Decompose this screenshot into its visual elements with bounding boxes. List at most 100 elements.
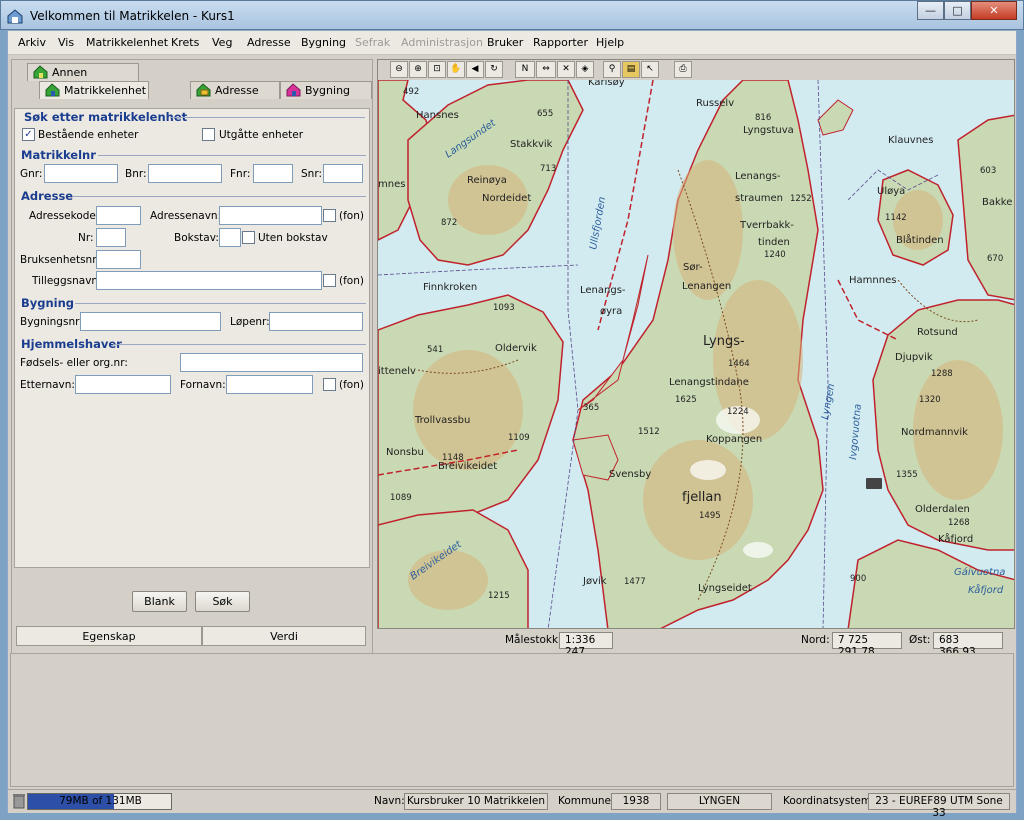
svg-text:1464: 1464 [728, 359, 750, 369]
refresh-icon[interactable]: ↻ [485, 61, 503, 78]
zoom-out-icon[interactable]: ⊖ [390, 61, 408, 78]
adressekode-input[interactable] [96, 206, 141, 225]
adressenavn-fon-label: (fon) [339, 210, 364, 222]
svg-text:Kåfjord: Kåfjord [968, 583, 1004, 596]
svg-text:670: 670 [987, 254, 1003, 264]
nr-input[interactable] [96, 228, 126, 247]
pan-hand-icon[interactable]: ✋ [447, 61, 465, 78]
bygningsnr-label: Bygningsnr: [20, 316, 83, 328]
verdi-header[interactable]: Verdi [202, 626, 366, 646]
building-icon [286, 83, 301, 97]
svg-text:1477: 1477 [624, 577, 646, 587]
maximize-button[interactable]: □ [944, 1, 971, 20]
blank-button[interactable]: Blank [132, 591, 187, 612]
svg-text:1142: 1142 [885, 213, 907, 223]
ruler-icon[interactable]: ▤ [622, 61, 640, 78]
utgatte-checkbox[interactable] [202, 128, 215, 141]
print-icon[interactable]: ⎙ [674, 61, 692, 78]
uten-bokstav-checkbox[interactable] [242, 231, 255, 244]
svg-text:straumen: straumen [735, 193, 783, 204]
menubar: Arkiv Vis Matrikkelenhet Krets Veg Adres… [8, 31, 1016, 55]
egenskap-header[interactable]: Egenskap [16, 626, 202, 646]
svg-text:Blåtinden: Blåtinden [896, 233, 944, 246]
svg-text:Lyngseidet: Lyngseidet [698, 583, 752, 594]
layers-icon[interactable]: ◈ [576, 61, 594, 78]
fnr-label: Fnr: [230, 168, 251, 180]
zoom-in-icon[interactable]: ⊕ [409, 61, 427, 78]
koordinatsystem-label: Koordinatsystem: [783, 795, 875, 807]
bruksenhetsnr-label: Bruksenhetsnr: [20, 254, 100, 266]
scale-icon[interactable]: ⇔ [536, 61, 556, 78]
navn-fon-checkbox[interactable] [323, 378, 336, 391]
svg-text:492: 492 [403, 87, 419, 97]
fodsels-input[interactable] [180, 353, 363, 372]
measure-icon[interactable]: ✕ [557, 61, 575, 78]
bnr-input[interactable] [148, 164, 222, 183]
select-arrow-icon[interactable]: ↖ [641, 61, 659, 78]
svg-text:1355: 1355 [896, 470, 918, 480]
tab-matrikkelenhet[interactable]: Matrikkelenhet [39, 81, 149, 99]
etternavn-label: Etternavn: [20, 379, 75, 391]
tab-bygning[interactable]: Bygning [280, 81, 372, 99]
north-up-icon[interactable]: N [515, 61, 535, 78]
menu-adresse[interactable]: Adresse [247, 36, 291, 49]
menu-veg[interactable]: Veg [212, 36, 232, 49]
section-divider [75, 303, 366, 304]
menu-rapporter[interactable]: Rapporter [533, 36, 588, 49]
svg-text:Olderdalen: Olderdalen [915, 504, 970, 515]
bestaende-checkbox[interactable]: ✓ [22, 128, 35, 141]
svg-text:365: 365 [583, 403, 599, 413]
svg-text:tinden: tinden [758, 237, 790, 248]
menu-vis[interactable]: Vis [58, 36, 74, 49]
tilleggsnavn-fon-checkbox[interactable] [323, 274, 336, 287]
menu-arkiv[interactable]: Arkiv [18, 36, 46, 49]
search-button[interactable]: Søk [195, 591, 250, 612]
window-titlebar: Velkommen til Matrikkelen - Kurs1 — □ ✕ [0, 0, 1024, 30]
zoom-area-icon[interactable]: ⊡ [428, 61, 446, 78]
menu-krets[interactable]: Krets [171, 36, 199, 49]
adressenavn-input[interactable] [219, 206, 322, 225]
magnify-icon[interactable]: ⚲ [603, 61, 621, 78]
fornavn-input[interactable] [226, 375, 313, 394]
etternavn-input[interactable] [75, 375, 171, 394]
svg-text:1320: 1320 [919, 395, 941, 405]
app-frame: Arkiv Vis Matrikkelenhet Krets Veg Adres… [7, 30, 1017, 819]
fnr-input[interactable] [253, 164, 293, 183]
minimize-button[interactable]: — [917, 1, 944, 20]
menu-bygning[interactable]: Bygning [301, 36, 346, 49]
menu-bruker[interactable]: Bruker [487, 36, 523, 49]
tilleggsnavn-label: Tilleggsnavn: [32, 275, 102, 287]
svg-text:Koppangen: Koppangen [706, 434, 762, 445]
close-button[interactable]: ✕ [971, 1, 1017, 20]
bestaende-label: Bestående enheter [38, 129, 139, 141]
tab-adresse[interactable]: Adresse [190, 81, 280, 99]
snr-input[interactable] [323, 164, 363, 183]
section-divider [98, 155, 366, 156]
svg-text:Finnkroken: Finnkroken [423, 282, 477, 293]
svg-text:1240: 1240 [764, 250, 786, 260]
ost-label: Øst: [909, 634, 931, 646]
scale-label: Målestokk: [505, 634, 562, 646]
gnr-input[interactable] [44, 164, 118, 183]
adressenavn-fon-checkbox[interactable] [323, 209, 336, 222]
bygningsnr-input[interactable] [80, 312, 221, 331]
lopenr-input[interactable] [269, 312, 363, 331]
map-view[interactable]: Karlsøy 492 Hansnes 655 Russelv 816 Lyng… [378, 80, 1015, 629]
tilleggsnavn-fon-label: (fon) [339, 275, 364, 287]
svg-text:mnes: mnes [378, 179, 405, 190]
menu-matrikkelenhet[interactable]: Matrikkelenhet [86, 36, 168, 49]
trash-icon[interactable] [12, 793, 26, 809]
menu-hjelp[interactable]: Hjelp [596, 36, 624, 49]
address-icon [196, 83, 211, 97]
bokstav-input[interactable] [219, 228, 241, 247]
tab-annen-kommune[interactable]: Annen kommune [27, 63, 139, 92]
tilleggsnavn-input[interactable] [96, 271, 322, 290]
bruksenhetsnr-input[interactable] [96, 250, 141, 269]
svg-text:Lenangen: Lenangen [682, 281, 731, 292]
nr-label: Nr: [78, 232, 94, 244]
svg-text:1625: 1625 [675, 395, 697, 405]
map-panel: ⊖ ⊕ ⊡ ✋ ◀ ↻ N ⇔ ✕ ◈ ⚲ ▤ ↖ ⎙ Karlsøy 492 … [377, 59, 1015, 629]
previous-view-icon[interactable]: ◀ [466, 61, 484, 78]
house-icon [33, 65, 48, 79]
svg-text:Breivikeidet: Breivikeidet [438, 461, 497, 472]
